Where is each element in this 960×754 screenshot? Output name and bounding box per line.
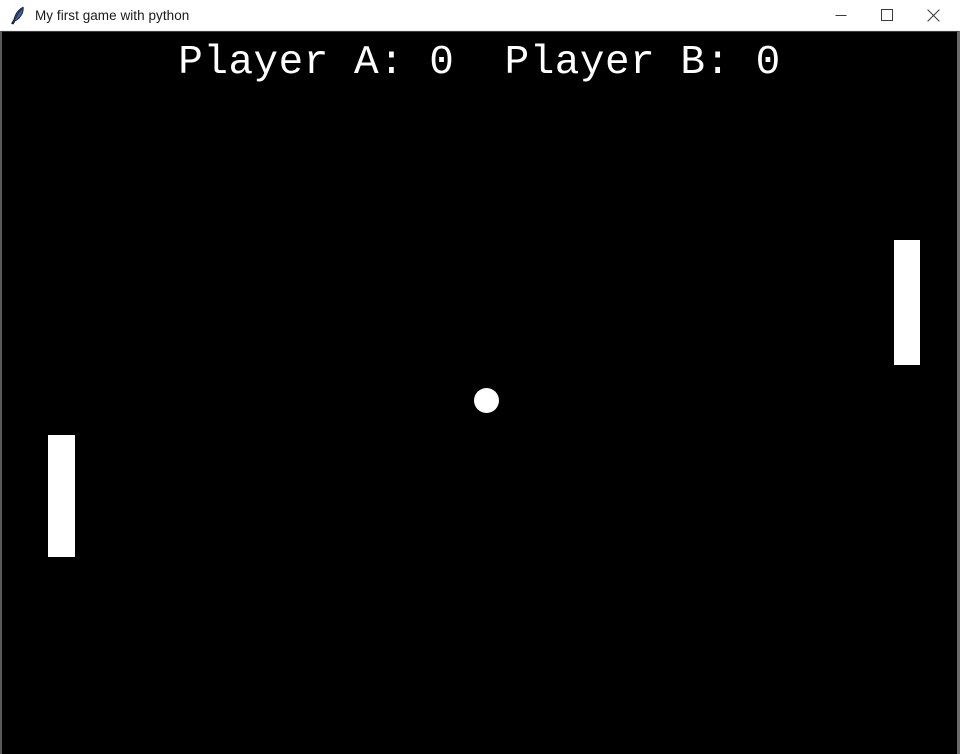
left-paddle[interactable] [48,435,75,557]
scoreboard: Player A: 0 Player B: 0 [178,40,781,86]
title-bar: My first game with python [0,0,960,31]
feather-quill-icon [11,6,24,25]
close-button[interactable] [910,0,956,31]
close-icon [926,8,940,22]
maximize-icon [881,9,893,21]
game-playfield[interactable]: Player A: 0 Player B: 0 [2,32,957,754]
app-window: My first game with python Player A: 0 Pl… [0,0,960,754]
game-canvas[interactable]: Player A: 0 Player B: 0 [0,31,960,754]
right-paddle[interactable] [894,240,920,365]
window-title: My first game with python [35,7,190,23]
minimize-button[interactable] [818,0,864,31]
minimize-icon [835,15,847,16]
maximize-button[interactable] [864,0,910,31]
ball [474,388,499,413]
